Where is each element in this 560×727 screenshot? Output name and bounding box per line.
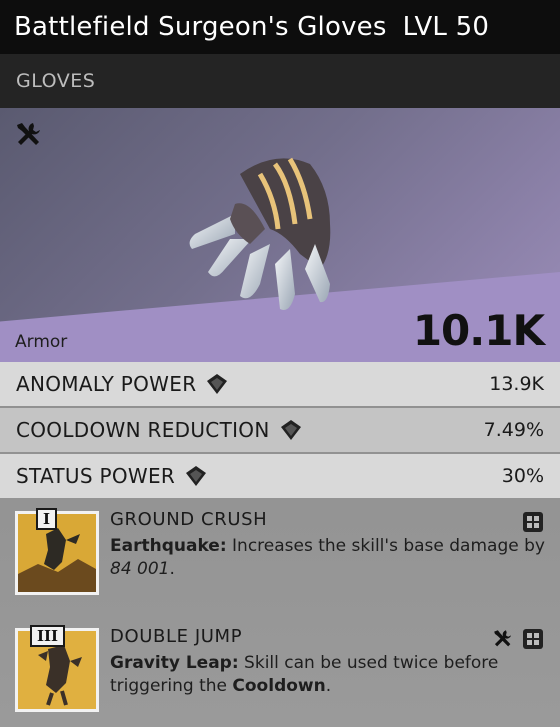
stat-value: 7.49% [483, 419, 544, 441]
mod-icons [522, 511, 544, 533]
category-bar: GLOVES [0, 54, 560, 108]
stat-value: 30% [501, 465, 544, 487]
item-name: Battlefield Surgeon's Gloves [14, 12, 387, 42]
mod-desc-text: Increases the skill's base damage by [226, 536, 545, 556]
armor-value: 10.1K [412, 306, 545, 355]
anomaly-gem-icon [207, 374, 228, 394]
armor-row: Armor 10.1K [0, 306, 560, 362]
stat-name: ANOMALY POWER [16, 372, 197, 396]
stat-name: STATUS POWER [16, 464, 176, 488]
anomaly-gem-icon [280, 420, 301, 440]
grid-icon [523, 629, 543, 649]
grid-icon [523, 512, 543, 532]
item-level: LVL 50 [402, 12, 490, 42]
gloves-icon [189, 157, 331, 310]
stat-row-anomaly-power: ANOMALY POWER 13.9K [0, 362, 560, 406]
mod-title: DOUBLE JUMP [110, 626, 243, 647]
mod-icons [492, 628, 544, 650]
stat-value: 13.9K [489, 373, 544, 395]
crossed-tools-icon [494, 630, 512, 647]
mod-rank: I [36, 508, 58, 530]
mod-skill-name: Earthquake: [110, 536, 227, 556]
mod-desc-end: . [325, 676, 332, 696]
item-category: GLOVES [16, 70, 96, 92]
anomaly-gem-icon [186, 466, 207, 486]
title-bar: Battlefield Surgeon's Gloves LVL 50 [0, 0, 560, 54]
item-title: Battlefield Surgeon's Gloves LVL 50 [14, 12, 489, 42]
mod-title: GROUND CRUSH [110, 509, 268, 530]
crossed-tools-icon [17, 123, 40, 145]
mod-desc-keyword: Cooldown [232, 676, 326, 696]
stat-row-cooldown-reduction: COOLDOWN REDUCTION 7.49% [0, 408, 560, 452]
mod-description: Earthquake: Increases the skill's base d… [110, 535, 546, 581]
mod-rank: III [30, 625, 66, 647]
armor-label: Armor [15, 332, 68, 352]
mod-desc-number: 84 001 [110, 559, 170, 579]
stat-row-status-power: STATUS POWER 30% [0, 454, 560, 498]
mod-desc-end: . [169, 559, 175, 579]
mod-ground-crush[interactable]: I GROUND CRUSH Earthquake: Increases the… [0, 503, 560, 603]
stat-name: COOLDOWN REDUCTION [16, 418, 270, 442]
mod-description: Gravity Leap: Skill can be used twice be… [110, 652, 546, 698]
mod-skill-name: Gravity Leap: [110, 653, 239, 673]
mod-double-jump[interactable]: III DOUBLE JUMP Gravity Leap: Skill can … [0, 620, 560, 720]
